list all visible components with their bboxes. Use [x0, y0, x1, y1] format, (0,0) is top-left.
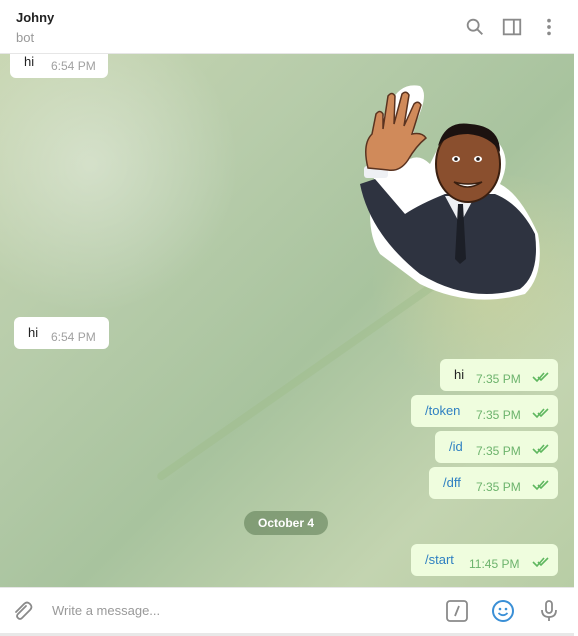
message-time: 11:45 PM — [469, 557, 520, 571]
microphone-icon[interactable] — [537, 599, 561, 623]
message-text: hi — [454, 367, 465, 382]
attach-icon[interactable] — [10, 599, 34, 623]
message-composer: Write a message... — [0, 587, 574, 633]
chat-header: Johny bot — [0, 0, 574, 54]
message-bubble-out[interactable]: /start 11:45 PM — [411, 544, 558, 576]
date-separator: October 4 — [244, 511, 328, 535]
emoji-icon[interactable] — [491, 599, 515, 623]
message-text: hi — [28, 325, 39, 340]
read-checkmarks-icon — [532, 556, 550, 568]
read-checkmarks-icon — [532, 443, 550, 455]
read-checkmarks-icon — [532, 407, 550, 419]
read-checkmarks-icon — [532, 371, 550, 383]
sidebar-toggle-icon[interactable] — [501, 16, 523, 38]
wallpaper-flower — [0, 54, 240, 314]
more-vertical-icon[interactable] — [538, 16, 560, 38]
message-bubble-out[interactable]: hi 7:35 PM — [440, 359, 558, 391]
message-bubble-out[interactable]: /dff 7:35 PM — [429, 467, 558, 499]
message-list[interactable]: hi 6:54 PM hi 6:54 PM hi 7:35 PM /token … — [0, 54, 574, 587]
message-time: 7:35 PM — [476, 408, 521, 422]
message-command-link[interactable]: /id — [449, 439, 463, 454]
chat-status: bot — [16, 30, 35, 45]
message-time: 6:54 PM — [51, 330, 96, 344]
chat-title[interactable]: Johny — [16, 10, 54, 25]
message-input[interactable]: Write a message... — [52, 603, 160, 618]
message-time: 7:35 PM — [476, 444, 521, 458]
message-time: 7:35 PM — [476, 372, 521, 386]
search-icon[interactable] — [464, 16, 486, 38]
message-command-link[interactable]: /token — [425, 403, 460, 418]
window-edge — [574, 0, 578, 636]
message-bubble-out[interactable]: /id 7:35 PM — [435, 431, 558, 463]
commands-icon[interactable] — [445, 599, 469, 623]
message-command-link[interactable]: /dff — [443, 475, 461, 490]
sticker-waving-man[interactable] — [350, 84, 545, 309]
message-time: 6:54 PM — [51, 59, 96, 73]
message-bubble-in[interactable]: hi 6:54 PM — [14, 317, 109, 349]
message-bubble-in[interactable]: hi 6:54 PM — [10, 54, 108, 78]
message-text: hi — [24, 54, 35, 69]
message-command-link[interactable]: /start — [425, 552, 454, 567]
message-time: 7:35 PM — [476, 480, 521, 494]
read-checkmarks-icon — [532, 479, 550, 491]
message-bubble-out[interactable]: /token 7:35 PM — [411, 395, 558, 427]
